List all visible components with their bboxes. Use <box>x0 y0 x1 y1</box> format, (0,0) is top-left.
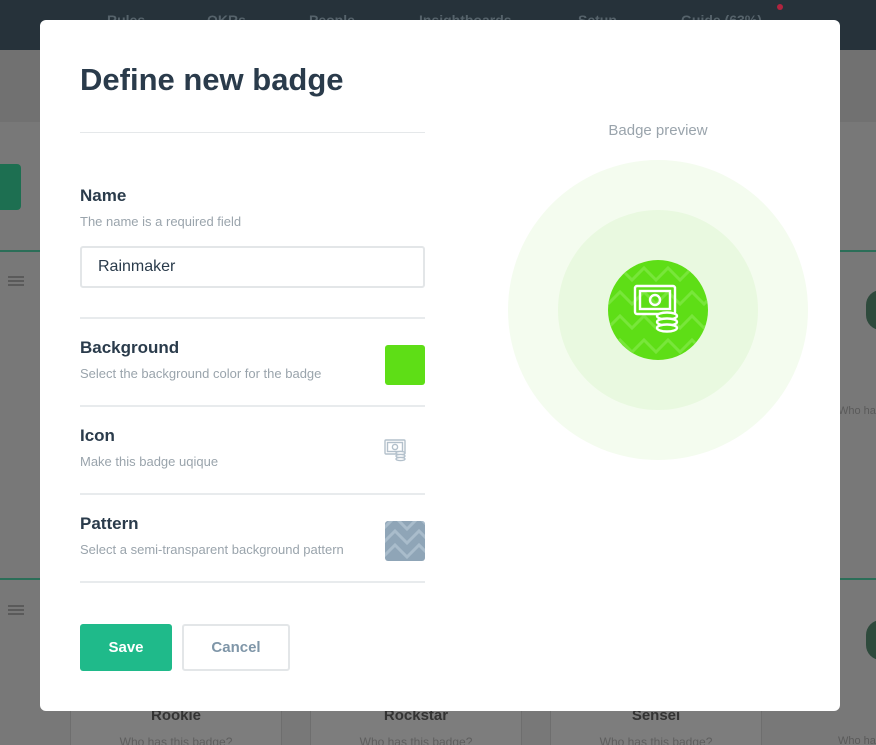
icon-label: Icon <box>80 426 115 445</box>
money-cash-icon <box>633 284 679 333</box>
background-label: Background <box>80 338 180 357</box>
pattern-label: Pattern <box>80 514 139 533</box>
badge-card-question: Who has this badge? <box>119 735 233 745</box>
pattern-swatch[interactable] <box>385 521 425 561</box>
pattern-help: Select a semi-transparent background pat… <box>80 542 344 557</box>
badge-card-question: Who has this badge? <box>599 735 713 745</box>
cancel-button[interactable]: Cancel <box>182 624 290 671</box>
name-help: The name is a required field <box>80 214 242 229</box>
title-divider <box>80 132 425 133</box>
badge-card-question: Who has <box>838 735 876 745</box>
money-cash-icon[interactable] <box>383 435 411 463</box>
menu-icon[interactable] <box>8 605 24 615</box>
background-color-swatch[interactable] <box>385 345 425 385</box>
define-badge-modal: Define new badge Name The name is a requ… <box>40 20 840 711</box>
name-label: Name <box>80 186 127 205</box>
badge-card-question: Who has this badge? <box>359 735 473 745</box>
background-action-button[interactable] <box>0 164 21 210</box>
row-divider <box>80 405 425 407</box>
modal-title: Define new badge <box>80 62 344 97</box>
badge-preview <box>608 260 708 360</box>
save-button[interactable]: Save <box>80 624 172 671</box>
chevron-pattern-icon <box>385 521 425 560</box>
row-divider <box>80 581 425 583</box>
row-divider <box>80 317 425 319</box>
row-divider <box>80 493 425 495</box>
icon-help: Make this badge uqique <box>80 454 219 469</box>
menu-icon[interactable] <box>8 276 24 286</box>
name-input[interactable] <box>80 246 425 288</box>
badge-preview-label: Badge preview <box>608 122 708 139</box>
notification-dot <box>777 4 783 10</box>
badge-card-question: Who has <box>838 405 876 417</box>
background-help: Select the background color for the badg… <box>80 366 322 381</box>
